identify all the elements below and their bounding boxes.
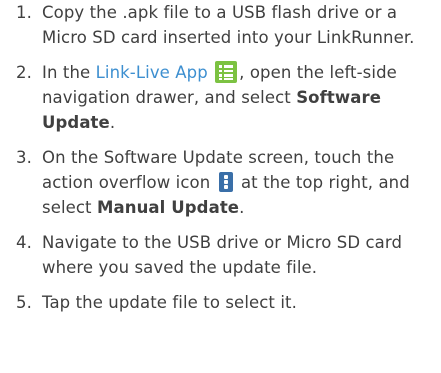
step-text: Copy the .apk file to a USB flash drive … <box>42 3 415 47</box>
manual-update-label: Manual Update <box>96 198 240 217</box>
step-text: Navigate to the USB drive or Micro SD ca… <box>42 233 403 277</box>
step-number: 5. <box>16 293 32 312</box>
step-2: 2. In the Link-Live App , open the left-… <box>0 60 441 135</box>
step-5: 5. Tap the update file to select it. <box>0 290 441 315</box>
step-4: 4. Navigate to the USB drive or Micro SD… <box>0 230 441 280</box>
step-3: 3. On the Software Update screen, touch … <box>0 145 441 220</box>
step-number: 4. <box>16 233 32 252</box>
step-text: In the <box>42 63 96 82</box>
link-live-app-icon <box>215 61 238 83</box>
step-1: 1. Copy the .apk file to a USB flash dri… <box>0 0 441 50</box>
step-text: Tap the update file to select it. <box>42 293 297 312</box>
action-overflow-icon <box>218 172 233 192</box>
step-text-end: . <box>239 198 245 217</box>
instruction-steps: 1. Copy the .apk file to a USB flash dri… <box>0 0 441 315</box>
step-number: 1. <box>16 3 32 22</box>
step-text-end: . <box>109 113 116 132</box>
step-number: 3. <box>16 148 32 167</box>
step-number: 2. <box>16 63 32 82</box>
link-live-app-link[interactable]: Link-Live App <box>96 63 208 82</box>
